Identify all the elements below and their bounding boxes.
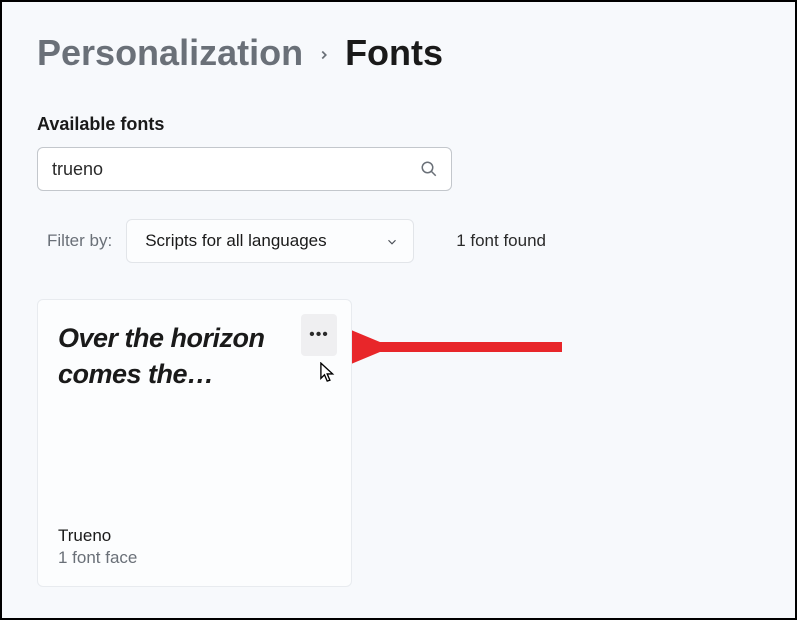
- more-icon: •••: [309, 326, 329, 344]
- font-name: Trueno: [58, 526, 331, 546]
- arrow-annotation: [352, 327, 572, 367]
- filter-selected-value: Scripts for all languages: [145, 231, 326, 251]
- search-input[interactable]: [37, 147, 452, 191]
- font-faces-count: 1 font face: [58, 548, 331, 568]
- more-options-button[interactable]: •••: [301, 314, 337, 356]
- font-preview-text: Over the horizon comes the…: [58, 320, 298, 393]
- breadcrumb: Personalization Fonts: [37, 32, 760, 74]
- available-fonts-label: Available fonts: [37, 114, 760, 135]
- breadcrumb-current: Fonts: [345, 32, 443, 74]
- chevron-down-icon: [385, 234, 399, 248]
- breadcrumb-parent[interactable]: Personalization: [37, 32, 303, 74]
- chevron-right-icon: [317, 41, 331, 69]
- search-container: [37, 147, 452, 191]
- filter-label: Filter by:: [47, 231, 112, 251]
- filter-row: Filter by: Scripts for all languages 1 f…: [37, 219, 760, 263]
- font-card-footer: Trueno 1 font face: [58, 526, 331, 568]
- font-card[interactable]: Over the horizon comes the… ••• Trueno 1…: [37, 299, 352, 587]
- result-count: 1 font found: [456, 231, 546, 251]
- filter-select[interactable]: Scripts for all languages: [126, 219, 414, 263]
